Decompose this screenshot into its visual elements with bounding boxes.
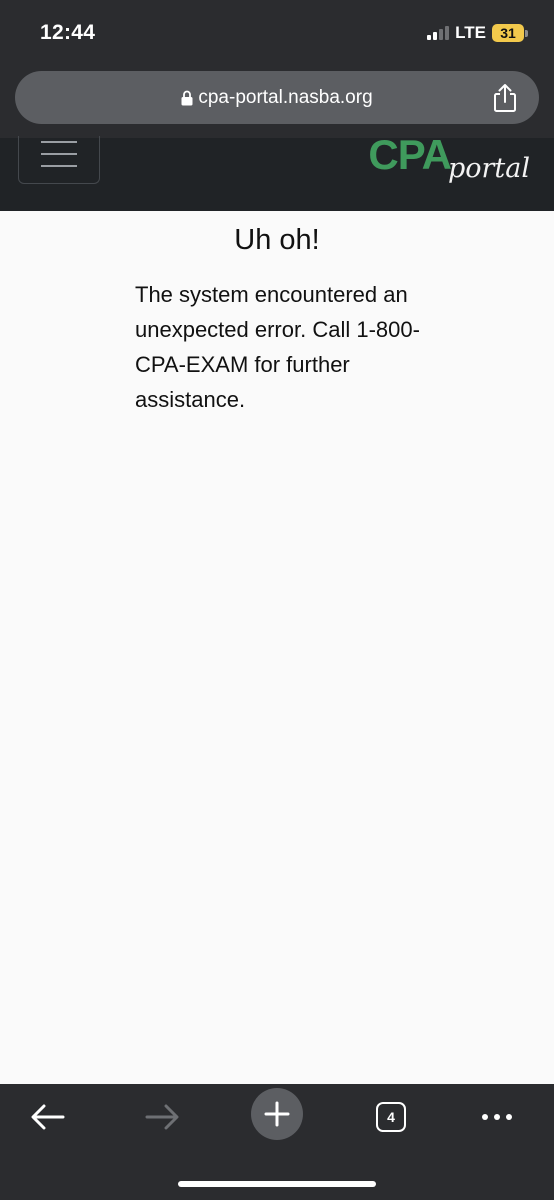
address-display: cpa-portal.nasba.org bbox=[15, 71, 539, 124]
forward-button[interactable] bbox=[134, 1094, 190, 1140]
home-indicator bbox=[178, 1181, 376, 1187]
plus-icon bbox=[264, 1101, 290, 1127]
battery-level: 31 bbox=[492, 24, 524, 42]
browser-bottom-toolbar: 4 bbox=[0, 1084, 554, 1200]
tabs-button[interactable]: 4 bbox=[363, 1094, 419, 1140]
more-button[interactable] bbox=[469, 1094, 525, 1140]
more-icon bbox=[482, 1114, 512, 1120]
back-arrow-icon bbox=[31, 1104, 65, 1130]
tab-count: 4 bbox=[387, 1109, 395, 1125]
forward-arrow-icon bbox=[145, 1104, 179, 1130]
network-type: LTE bbox=[455, 23, 486, 42]
hamburger-icon bbox=[41, 141, 77, 143]
battery-icon: 31 bbox=[492, 24, 528, 42]
cpa-portal-logo[interactable]: CPA portal bbox=[368, 131, 530, 183]
status-time: 12:44 bbox=[40, 21, 96, 44]
error-message: The system encountered an unexpected err… bbox=[135, 282, 420, 412]
share-icon[interactable] bbox=[491, 83, 519, 113]
status-indicators: LTE 31 bbox=[427, 23, 528, 43]
error-title: Uh oh! bbox=[234, 224, 320, 256]
url-text: cpa-portal.nasba.org bbox=[198, 86, 373, 108]
signal-strength-icon bbox=[427, 26, 450, 40]
new-tab-button[interactable] bbox=[249, 1088, 305, 1140]
back-button[interactable] bbox=[20, 1094, 76, 1140]
lock-icon bbox=[181, 90, 193, 105]
menu-toggle-button[interactable] bbox=[18, 136, 100, 184]
logo-cpa-text: CPA bbox=[368, 131, 452, 178]
status-bar: 12:44 LTE 31 bbox=[0, 0, 554, 62]
site-header: CPA portal bbox=[0, 134, 554, 211]
logo-portal-text: portal bbox=[447, 153, 530, 184]
browser-toolbar: cpa-portal.nasba.org bbox=[0, 62, 554, 138]
address-bar[interactable]: cpa-portal.nasba.org bbox=[15, 71, 539, 124]
tabs-icon: 4 bbox=[376, 1102, 406, 1132]
